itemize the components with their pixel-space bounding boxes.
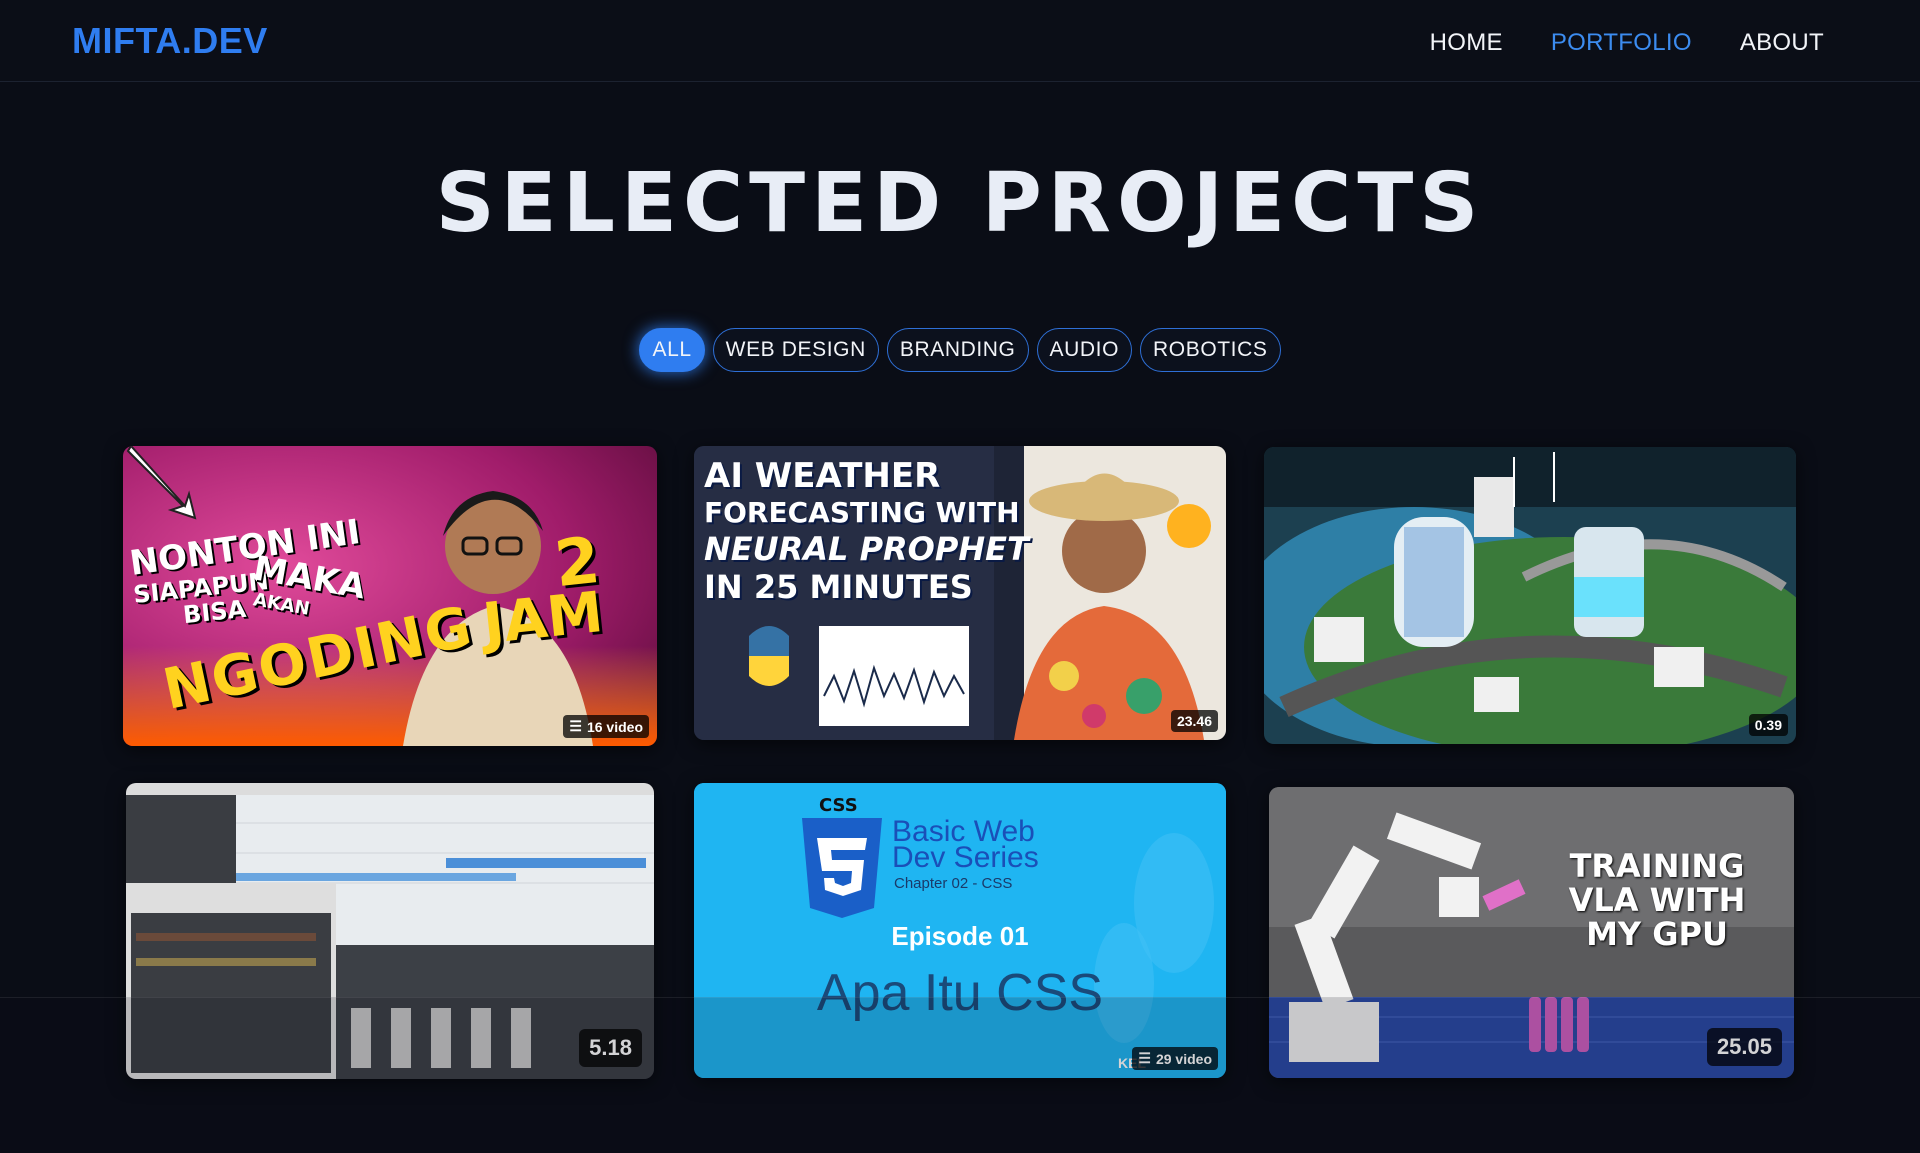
thumb-title-forecasting: FORECASTING WITH bbox=[704, 496, 1020, 529]
navbar: MIFTA.DEV HOME PORTFOLIO ABOUT bbox=[0, 0, 1920, 82]
filter-all-button[interactable]: ALL bbox=[639, 328, 705, 372]
nav-links: HOME PORTFOLIO ABOUT bbox=[1430, 29, 1824, 57]
project-card-ai-weather[interactable]: AI WEATHER FORECASTING WITH NEURAL PROPH… bbox=[694, 446, 1226, 740]
thumb-title-vla: VLA WITH bbox=[1568, 881, 1746, 919]
thumb-title-jam: JAM bbox=[479, 579, 606, 658]
filter-audio-button[interactable]: AUDIO bbox=[1036, 328, 1133, 372]
thumb-title-neural-prophet: NEURAL PROPHET bbox=[704, 530, 1029, 568]
duration-badge: 5.18 bbox=[579, 1029, 642, 1067]
site-logo[interactable]: MIFTA.DEV bbox=[72, 20, 268, 62]
thumb-episode: Episode 01 bbox=[891, 921, 1029, 951]
smart-city-thumbnail bbox=[1264, 447, 1796, 744]
thumb-title-training: TRAINING bbox=[1569, 847, 1745, 885]
filter-robotics-button[interactable]: ROBOTICS bbox=[1140, 328, 1281, 372]
thumb-title-ai-weather: AI WEATHER bbox=[704, 456, 941, 496]
thumb-css-label: CSS bbox=[819, 795, 858, 816]
daw-thumbnail bbox=[126, 783, 654, 1079]
thumb-dev-series: Dev Series bbox=[892, 841, 1039, 874]
filter-web-design-button[interactable]: WEB DESIGN bbox=[712, 328, 879, 372]
duration-badge: 0.39 bbox=[1748, 714, 1788, 736]
filter-branding-button[interactable]: BRANDING bbox=[886, 328, 1029, 372]
project-card-ngoding[interactable]: NONTON INI SIAPAPUN MAKA AKAN BISA NGODI… bbox=[123, 446, 657, 746]
thumb-chapter: Chapter 02 - CSS bbox=[894, 875, 1013, 892]
video-count-badge: ☰ 29 video bbox=[1132, 1047, 1218, 1070]
nav-link-portfolio[interactable]: PORTFOLIO bbox=[1551, 29, 1692, 57]
project-card-vla-robot[interactable]: TRAINING VLA WITH MY GPU 25.05 bbox=[1269, 787, 1794, 1078]
nav-link-home[interactable]: HOME bbox=[1430, 29, 1503, 57]
page-title: SELECTED PROJECTS bbox=[435, 156, 1485, 251]
project-card-css-series[interactable]: CSS Basic Web Dev Series Chapter 02 - CS… bbox=[694, 783, 1226, 1078]
project-card-daw[interactable]: 5.18 bbox=[126, 783, 654, 1079]
thumb-title-25-minutes: IN 25 MINUTES bbox=[704, 568, 973, 606]
duration-badge: 25.05 bbox=[1706, 1028, 1782, 1066]
duration-badge: 23.46 bbox=[1170, 710, 1218, 732]
project-card-smart-city[interactable]: 0.39 bbox=[1264, 447, 1796, 744]
playlist-icon: ☰ bbox=[569, 718, 582, 734]
thumb-title-gpu: MY GPU bbox=[1586, 915, 1728, 953]
nav-link-about[interactable]: ABOUT bbox=[1740, 29, 1824, 57]
thumb-apa-itu-css: Apa Itu CSS bbox=[816, 964, 1104, 1022]
playlist-icon: ☰ bbox=[1138, 1050, 1151, 1066]
video-count-badge: ☰ 16 video bbox=[563, 715, 649, 738]
filter-bar: ALL WEB DESIGN BRANDING AUDIO ROBOTICS bbox=[0, 328, 1920, 372]
